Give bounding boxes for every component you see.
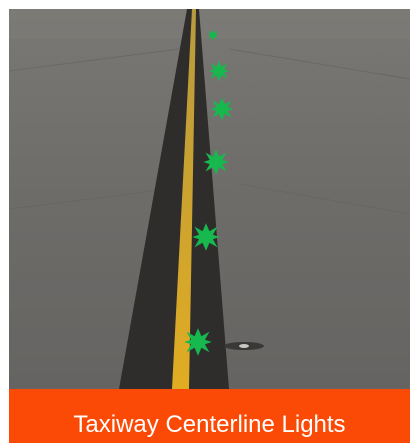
taxiway-photo <box>9 9 410 389</box>
in-pavement-light-fixture-icon <box>239 344 249 348</box>
caption-bar: Taxiway Centerline Lights <box>9 389 410 443</box>
taxiway-scene <box>9 9 410 389</box>
caption-title: Taxiway Centerline Lights <box>73 411 346 438</box>
